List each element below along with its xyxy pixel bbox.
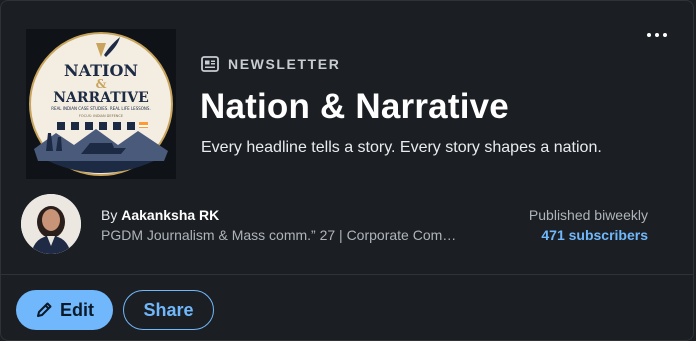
author-line: By Aakanksha RK xyxy=(101,207,219,223)
edit-button[interactable]: Edit xyxy=(16,290,113,330)
logo-ampersand: & xyxy=(96,77,107,91)
newsletter-title[interactable]: Nation & Narrative xyxy=(200,87,509,127)
share-button[interactable]: Share xyxy=(123,290,214,330)
pencil-icon xyxy=(37,302,52,317)
author-avatar[interactable] xyxy=(21,194,81,254)
more-options-button[interactable] xyxy=(643,29,671,41)
dot-icon xyxy=(663,33,667,37)
newsletter-label: NEWSLETTER xyxy=(228,56,341,72)
share-label: Share xyxy=(143,299,194,320)
publish-frequency: Published biweekly xyxy=(528,207,648,223)
logo-graphic: NATION & NARRATIVE REAL INDIAN CASE STUD… xyxy=(29,32,173,176)
logo-focus: FOCUS: INDIAN DEFENCE xyxy=(79,114,123,118)
author-name[interactable]: Aakanksha RK xyxy=(121,207,219,223)
logo-line2: NARRATIVE xyxy=(53,90,149,106)
newsletter-tagline: Every headline tells a story. Every stor… xyxy=(201,139,602,156)
newsletter-kicker: NEWSLETTER xyxy=(201,55,340,73)
newsletter-icon xyxy=(201,56,219,72)
dot-icon xyxy=(655,33,659,37)
dot-icon xyxy=(647,33,651,37)
newsletter-logo: NATION & NARRATIVE REAL INDIAN CASE STUD… xyxy=(26,29,176,179)
author-by-label: By xyxy=(101,207,122,223)
avatar-image xyxy=(21,194,81,254)
divider xyxy=(1,274,693,275)
edit-label: Edit xyxy=(60,299,94,320)
logo-subtitle: REAL INDIAN CASE STUDIES. REAL LIFE LESS… xyxy=(51,106,150,111)
newsletter-card: NATION & NARRATIVE REAL INDIAN CASE STUD… xyxy=(0,0,694,341)
subscriber-count[interactable]: 471 subscribers xyxy=(541,227,648,243)
author-bio: PGDM Journalism & Mass comm.” 27 | Corpo… xyxy=(101,227,457,243)
